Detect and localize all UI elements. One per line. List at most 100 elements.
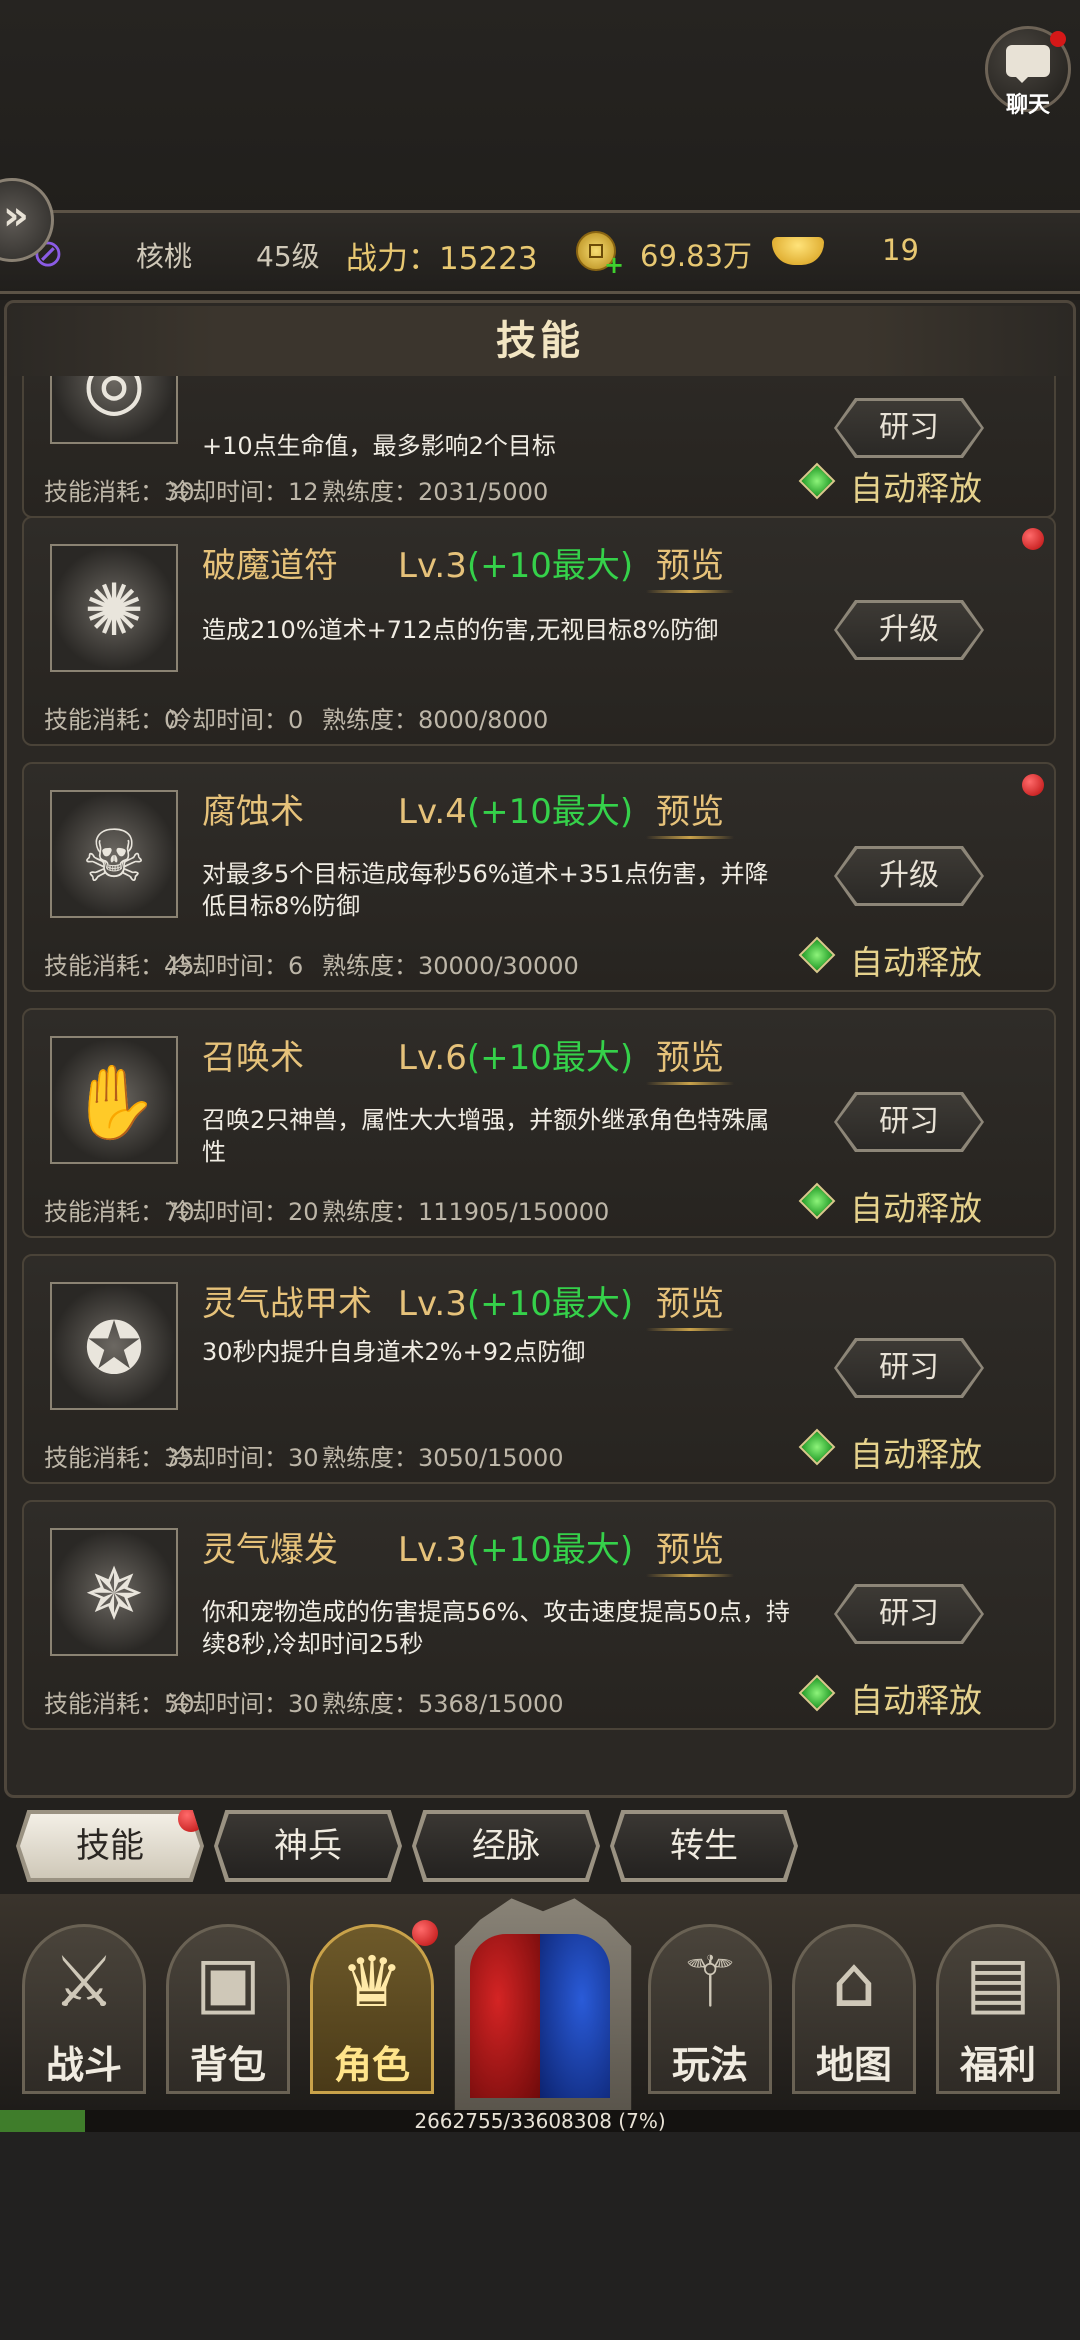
skill-proficiency: 熟练度：2031/5000 — [322, 478, 549, 506]
crossed-swords-icon: ⚔ — [52, 1941, 116, 2023]
green-diamond-icon — [798, 1674, 836, 1712]
skill-level: Lv.3(+10最大) — [398, 1284, 634, 1324]
skill-name: 灵气爆发 — [202, 1530, 338, 1570]
tab-rebirth[interactable]: 转生 — [610, 1810, 798, 1882]
skill-proficiency: 熟练度：3050/15000 — [322, 1444, 564, 1472]
gold-coin-icon[interactable]: + — [576, 231, 624, 277]
skill-proficiency: 熟练度：5368/15000 — [322, 1690, 564, 1718]
notification-dot — [178, 1810, 204, 1832]
auto-cast-toggle[interactable]: 自动释放 — [798, 1670, 1040, 1720]
skill-cooldown: 冷却时间：30 — [168, 1444, 319, 1472]
notification-dot — [1050, 31, 1066, 47]
study-button[interactable]: 研习 — [834, 1338, 984, 1398]
notification-dot — [412, 1920, 438, 1946]
skill-name: 腐蚀术 — [202, 792, 304, 832]
auto-cast-label: 自动释放 — [850, 1189, 982, 1228]
upgrade-button[interactable]: 升级 — [834, 846, 984, 906]
upgrade-button[interactable]: 升级 — [834, 600, 984, 660]
preview-link[interactable]: 预览 — [646, 784, 734, 839]
skill-level: Lv.6(+10最大) — [398, 1038, 634, 1078]
skill-card: ✵ 灵气爆发 Lv.3(+10最大) 预览 你和宠物造成的伤害提高56%、攻击速… — [22, 1500, 1056, 1730]
skill-proficiency: 熟练度：8000/8000 — [322, 706, 549, 734]
auto-cast-toggle[interactable]: 自动释放 — [798, 932, 1040, 982]
skill-cooldown: 冷却时间：12 — [168, 478, 319, 506]
map-icon: ⌂ — [831, 1941, 877, 2023]
player-level: 45级 — [256, 240, 320, 273]
blade-icon: ⚚ — [678, 1941, 742, 2023]
skill-description: 对最多5个目标造成每秒56%道术+351点伤害，并降低目标8%防御 — [202, 860, 769, 920]
skill-icon: ☠ — [50, 790, 178, 918]
tab-divine-weapon[interactable]: 神兵 — [214, 1810, 402, 1882]
nav-welfare[interactable]: ▤ 福利 — [928, 1924, 1068, 2100]
preview-link[interactable]: 预览 — [646, 538, 734, 593]
skill-card: ✪ 灵气战甲术 Lv.3(+10最大) 预览 30秒内提升自身道术2%+92点防… — [22, 1254, 1056, 1484]
gold-ingot-icon — [772, 237, 824, 265]
chat-label: 聊天 — [1005, 93, 1050, 118]
green-diamond-icon — [798, 1182, 836, 1220]
auto-cast-toggle[interactable]: 自动释放 — [798, 458, 1040, 508]
skill-description: 造成210%道术+712点的伤害,无视目标8%防御 — [202, 616, 719, 644]
green-diamond-icon — [798, 1428, 836, 1466]
chat-bubble-icon — [1006, 45, 1050, 83]
panel-title: 技能 — [0, 306, 1080, 376]
preview-link[interactable]: 预览 — [646, 1030, 734, 1085]
auto-cast-label: 自动释放 — [850, 469, 982, 508]
skill-icon: ✋ — [50, 1036, 178, 1164]
experience-bar: 2662755/33608308 (7%) — [0, 2110, 1080, 2132]
skill-icon: ✪ — [50, 1282, 178, 1410]
crown-helmet-icon: ♛ — [340, 1941, 404, 2023]
study-button[interactable]: 研习 — [834, 1584, 984, 1644]
ingot-amount: 19 — [882, 233, 919, 267]
skill-icon: ✵ — [50, 1528, 178, 1656]
auto-cast-toggle[interactable]: 自动释放 — [798, 1178, 1040, 1228]
tab-skills[interactable]: 技能 — [16, 1810, 204, 1882]
player-name: 核桃 — [136, 240, 193, 273]
experience-text: 2662755/33608308 (7%) — [414, 2109, 666, 2133]
skill-proficiency: 熟练度：30000/30000 — [322, 952, 579, 980]
skill-description: 召唤2只神兽，属性大大增强，并额外继承角色特殊属性 — [202, 1106, 770, 1166]
auto-cast-toggle[interactable]: 自动释放 — [798, 1424, 1040, 1474]
skill-list[interactable]: ◎ +10点生命值，最多影响2个目标 研习 技能消耗：30 冷却时间：12 熟练… — [18, 376, 1062, 1742]
chat-button[interactable]: 聊天 — [985, 26, 1071, 118]
skill-description: 你和宠物造成的伤害提高56%、攻击速度提高50点，持续8秒,冷却时间25秒 — [202, 1598, 790, 1658]
tab-meridians[interactable]: 经脉 — [412, 1810, 600, 1882]
auto-cast-label: 自动释放 — [850, 943, 982, 982]
skill-name: 破魔道符 — [202, 546, 338, 586]
nav-character[interactable]: ♛ 角色 — [302, 1920, 442, 2100]
preview-link[interactable]: 预览 — [646, 1522, 734, 1577]
nav-map[interactable]: ⌂ 地图 — [784, 1924, 924, 2100]
gold-amount: 69.83万 — [640, 239, 753, 273]
sub-tabs: 技能 神兵 经脉 转生 — [16, 1810, 806, 1884]
nav-battle[interactable]: ⚔ 战斗 — [14, 1924, 154, 2100]
skill-card: ☠ 腐蚀术 Lv.4(+10最大) 预览 对最多5个目标造成每秒56%道术+35… — [22, 762, 1056, 992]
skill-card: ◎ +10点生命值，最多影响2个目标 研习 技能消耗：30 冷却时间：12 熟练… — [22, 376, 1056, 518]
auto-cast-label: 自动释放 — [850, 1681, 982, 1720]
green-diamond-icon — [798, 462, 836, 500]
skill-name: 召唤术 — [202, 1038, 304, 1078]
skill-level: Lv.4(+10最大) — [398, 792, 634, 832]
preview-link[interactable]: 预览 — [646, 1276, 734, 1331]
study-button[interactable]: 研习 — [834, 1092, 984, 1152]
nav-gameplay[interactable]: ⚚ 玩法 — [640, 1924, 780, 2100]
skill-name: 灵气战甲术 — [202, 1284, 372, 1324]
skill-cost: 技能消耗：0 — [44, 706, 180, 734]
skill-card: ✋ 召唤术 Lv.6(+10最大) 预览 召唤2只神兽，属性大大增强，并额外继承… — [22, 1008, 1056, 1238]
skill-level: Lv.3(+10最大) — [398, 1530, 634, 1570]
skill-proficiency: 熟练度：111905/150000 — [322, 1198, 610, 1226]
backpack-icon: ▣ — [194, 1941, 262, 2023]
skill-description: +10点生命值，最多影响2个目标 — [202, 432, 556, 460]
study-button[interactable]: 研习 — [834, 398, 984, 458]
double-chevron-icon: » — [3, 193, 29, 239]
add-gold-icon[interactable]: + — [604, 253, 624, 277]
player-status-bar: ⊘ 核桃 45级 战力：15223 + 69.83万 19 — [0, 210, 1080, 294]
skill-card: ✺ 破魔道符 Lv.3(+10最大) 预览 造成210%道术+712点的伤害,无… — [22, 516, 1056, 746]
skill-icon: ◎ — [50, 376, 178, 444]
skill-cooldown: 冷却时间：30 — [168, 1690, 319, 1718]
skill-icon: ✺ — [50, 544, 178, 672]
treasure-chest-icon: ▤ — [964, 1941, 1032, 2023]
skill-cooldown: 冷却时间：0 — [168, 706, 304, 734]
nav-backpack[interactable]: ▣ 背包 — [158, 1924, 298, 2100]
skill-cooldown: 冷却时间：6 — [168, 952, 304, 980]
portal-gate-button[interactable] — [438, 1894, 648, 2110]
auto-cast-label: 自动释放 — [850, 1435, 982, 1474]
